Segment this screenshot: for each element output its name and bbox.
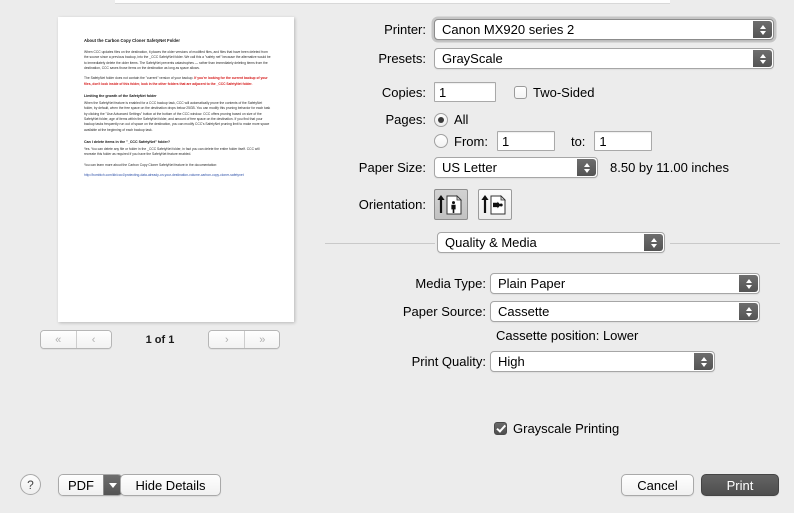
preview-page-sheet[interactable]: About the Carbon Copy Cloner SafetyNet F… [58,17,294,322]
document-heading-2: Limiting the growth of the SafetyNet fol… [84,94,157,99]
first-page-button[interactable]: « [40,331,76,348]
copies-row: Copies: 1 Two-Sided [330,82,594,102]
hide-details-button[interactable]: Hide Details [120,474,221,496]
divider-right [670,243,780,244]
pagination-next-group[interactable]: › » [208,330,281,349]
two-sided-checkbox-wrap[interactable]: Two-Sided [514,85,594,100]
cassette-position-note: Cassette position: Lower [496,328,639,343]
print-dialog: { "preview": { "document": { "title": "A… [0,0,794,513]
pages-to-label: to: [570,133,586,149]
document-paragraph-2-text: The SafetyNet folder does not contain th… [84,76,195,81]
document-paragraph-5: You can learn more about the Carbon Copy… [84,162,218,167]
cancel-button[interactable]: Cancel [621,474,694,496]
paper-size-row: Paper Size: US Letter 8.50 by 11.00 inch… [330,157,729,178]
previous-page-button[interactable]: ‹ [75,331,111,348]
chevron-updown-icon[interactable] [577,159,596,176]
orientation-label: Orientation: [358,197,426,212]
print-quality-label: Print Quality: [411,354,486,369]
grayscale-printing-label: Grayscale Printing [513,421,620,436]
pages-range-radio-wrap[interactable]: From: [434,134,488,149]
document-paragraph-4: Yes. You can delete any file or folder i… [84,146,260,157]
document-heading-3: Can I delete items in the "_CCC SafetyNe… [84,139,171,144]
cassette-position-row: Cassette position: Lower [390,328,638,343]
document-url: http://bombich.com/kb/ccc4/protecting-da… [84,172,244,177]
pages-range-radio[interactable] [434,134,448,148]
print-button[interactable]: Print [701,474,779,496]
grayscale-row: Grayscale Printing [494,421,619,436]
print-quality-row: Print Quality: High [390,351,715,372]
grayscale-checkbox-wrap[interactable]: Grayscale Printing [494,421,619,436]
pages-all-row: Pages: All [330,112,469,127]
pages-from-label: From: [454,133,488,149]
preview-pagination: « ‹ 1 of 1 › » [0,330,320,349]
document-title: About the Carbon Copy Cloner SafetyNet F… [84,38,180,43]
paper-size-label: Paper Size: [358,160,426,175]
paper-source-value: Cassette [498,304,550,319]
pages-range-row: From: 1 to: 1 [330,131,653,151]
two-sided-label: Two-Sided [533,84,595,100]
chevron-updown-icon[interactable] [644,234,663,251]
landscape-icon [481,194,506,214]
pages-all-radio[interactable] [434,112,448,127]
pane-divider-row: Quality & Media [0,232,794,254]
printer-value: Canon MX920 series 2 [442,22,575,37]
print-pane-select[interactable]: Quality & Media [437,232,665,253]
chevron-updown-icon[interactable] [739,303,758,320]
document-paragraph-3: When the SafetyNet feature is enabled fo… [84,101,271,132]
print-quality-value: High [498,354,525,369]
dialog-bottom-bar: ? PDF Hide Details Cancel Print [0,462,794,513]
printer-label: Printer: [384,22,426,37]
presets-value: GrayScale [442,51,503,66]
pages-label: Pages: [385,112,426,127]
preview-document-content: About the Carbon Copy Cloner SafetyNet F… [84,38,272,178]
pagination-prev-group[interactable]: « ‹ [39,330,112,349]
paper-source-label: Paper Source: [402,304,486,319]
print-preview-pane: About the Carbon Copy Cloner SafetyNet F… [0,8,320,368]
printer-select[interactable]: Canon MX920 series 2 [434,19,774,40]
paper-dimensions-text: 8.50 by 11.00 inches [610,160,730,175]
presets-row: Presets: GrayScale [330,48,774,69]
paper-source-select[interactable]: Cassette [490,301,760,322]
chevron-updown-icon[interactable] [753,21,772,38]
media-type-row: Media Type: Plain Paper [390,273,760,294]
pdf-button[interactable]: PDF [58,474,123,496]
document-paragraph-2: The SafetyNet folder does not contain th… [84,76,272,87]
next-page-button[interactable]: › [209,331,245,348]
chevron-updown-icon[interactable] [739,275,758,292]
print-pane-value: Quality & Media [445,235,537,250]
chevron-updown-icon[interactable] [753,50,772,67]
media-type-select[interactable]: Plain Paper [490,273,760,294]
print-quality-select[interactable]: High [490,351,715,372]
pages-from-input[interactable]: 1 [496,131,555,151]
presets-select[interactable]: GrayScale [434,48,774,69]
two-sided-checkbox[interactable] [514,85,527,99]
orientation-landscape-button[interactable] [478,189,512,220]
copies-label: Copies: [381,84,426,100]
presets-label: Presets: [378,51,426,66]
pages-all-label: All [454,112,469,127]
last-page-button[interactable]: » [244,331,280,348]
page-indicator: 1 of 1 [145,333,175,346]
printer-row: Printer: Canon MX920 series 2 [330,19,774,40]
help-button[interactable]: ? [20,474,41,495]
divider-left [325,243,435,244]
pdf-button-label[interactable]: PDF [59,475,103,495]
copies-input[interactable]: 1 [434,82,496,102]
grayscale-printing-checkbox[interactable] [494,422,507,435]
window-titlebar-strip [115,0,670,4]
orientation-row: Orientation: [330,189,512,220]
document-paragraph-1: When CCC updates files on the destinatio… [84,50,271,71]
orientation-portrait-button[interactable] [434,189,468,220]
media-type-label: Media Type: [415,276,486,291]
paper-size-select[interactable]: US Letter [434,157,598,178]
pages-all-radio-wrap[interactable]: All [434,112,468,127]
paper-size-value: US Letter [442,160,497,175]
media-type-value: Plain Paper [498,276,566,291]
paper-source-row: Paper Source: Cassette [390,301,760,322]
pages-to-input[interactable]: 1 [594,131,653,151]
portrait-icon [437,194,462,214]
chevron-updown-icon[interactable] [694,353,713,370]
